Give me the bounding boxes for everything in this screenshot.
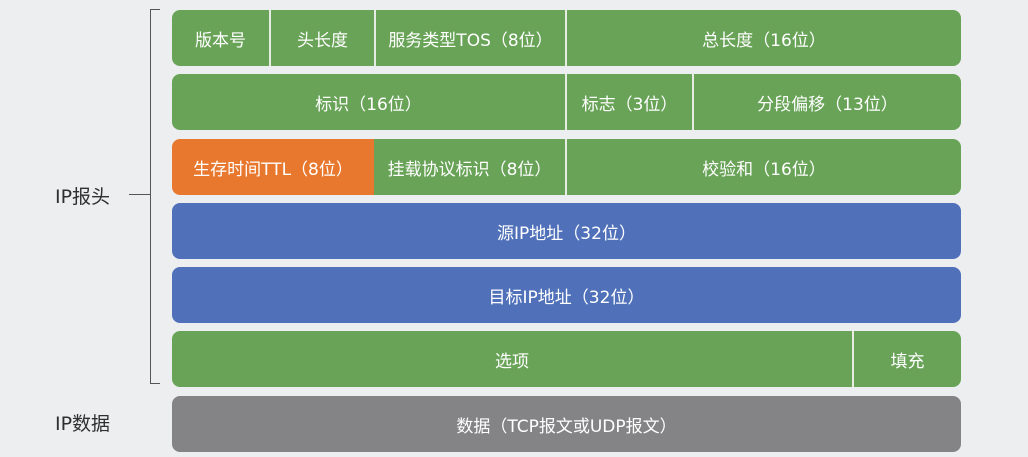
checksum-field: 校验和（16位）: [565, 139, 961, 195]
padding-field: 填充: [852, 331, 961, 387]
header-row-6: 选项 填充: [172, 331, 961, 387]
flags-field: 标志（3位）: [565, 74, 692, 130]
header-row-5: 目标IP地址（32位）: [172, 267, 961, 323]
ip-header-bracket: [150, 9, 160, 384]
header-row-3: 生存时间TTL（8位） 挂载协议标识（8位） 校验和（16位）: [172, 139, 961, 195]
protocol-field: 挂载协议标识（8位）: [374, 139, 565, 195]
source-ip-field: 源IP地址（32位）: [172, 203, 961, 259]
version-field: 版本号: [172, 10, 269, 66]
destination-ip-field: 目标IP地址（32位）: [172, 267, 961, 323]
identification-field: 标识（16位）: [172, 74, 565, 130]
header-row-2: 标识（16位） 标志（3位） 分段偏移（13位）: [172, 74, 961, 130]
header-row-1: 版本号 头长度 服务类型TOS（8位） 总长度（16位）: [172, 10, 961, 66]
ttl-field: 生存时间TTL（8位）: [172, 139, 374, 195]
options-field: 选项: [172, 331, 852, 387]
header-length-field: 头长度: [269, 10, 374, 66]
header-row-4: 源IP地址（32位）: [172, 203, 961, 259]
ip-header-bracket-tick: [129, 194, 150, 195]
data-field: 数据（TCP报文或UDP报文）: [172, 396, 961, 452]
tos-field: 服务类型TOS（8位）: [374, 10, 565, 66]
data-row: 数据（TCP报文或UDP报文）: [172, 396, 961, 452]
fragment-offset-field: 分段偏移（13位）: [692, 74, 961, 130]
ip-header-label: IP报头: [55, 186, 111, 208]
total-length-field: 总长度（16位）: [565, 10, 961, 66]
ip-data-label: IP数据: [55, 413, 111, 435]
